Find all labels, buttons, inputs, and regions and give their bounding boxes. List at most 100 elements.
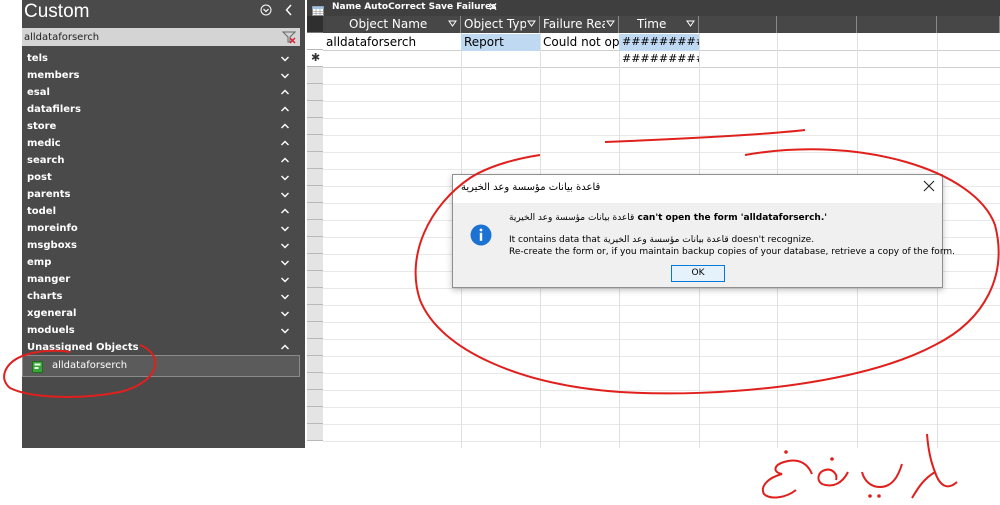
chevron-down-icon[interactable] <box>280 69 290 81</box>
filter-dropdown-icon[interactable] <box>606 19 615 28</box>
grid-row-line <box>323 84 1000 85</box>
nav-group[interactable]: store <box>22 119 305 136</box>
column-header-time[interactable]: Time <box>619 16 699 33</box>
empty-row-selector <box>307 424 323 441</box>
nav-group[interactable]: xgeneral <box>22 306 305 323</box>
chevron-down-icon[interactable] <box>280 273 290 285</box>
nav-group[interactable]: datafilers <box>22 102 305 119</box>
collapse-pane-icon[interactable] <box>285 4 293 19</box>
empty-row-selector <box>307 271 323 288</box>
nav-group[interactable]: members <box>22 68 305 85</box>
nav-group[interactable]: moduels <box>22 323 305 340</box>
table-icon <box>312 3 324 16</box>
empty-row-selector <box>307 67 323 84</box>
chevron-up-icon[interactable] <box>280 103 290 115</box>
dialog-message-line1: قاعدة بيانات مؤسسة وعد الخيرية can't ope… <box>509 213 827 223</box>
cell-time[interactable]: ########### <box>619 34 699 51</box>
nav-item-alldataforserch[interactable]: alldataforserch <box>22 355 300 377</box>
grid-header: Object Name Object Type Failure Rea Time <box>323 16 1000 33</box>
cell-time-new[interactable]: ########### <box>619 51 699 68</box>
chevron-down-icon[interactable] <box>280 324 290 336</box>
grid-row-line <box>323 373 1000 374</box>
chevron-up-icon[interactable] <box>280 341 290 353</box>
chevron-down-icon[interactable] <box>280 171 290 183</box>
nav-group-label: charts <box>27 291 63 302</box>
filter-dropdown-icon[interactable] <box>448 19 457 28</box>
nav-group[interactable]: esal <box>22 85 305 102</box>
grid-row-line <box>323 390 1000 391</box>
nav-group[interactable]: post <box>22 170 305 187</box>
column-header-object-name[interactable]: Object Name <box>323 16 461 33</box>
new-record-icon: ✱ <box>311 52 321 64</box>
filter-dropdown-icon[interactable] <box>527 19 536 28</box>
nav-group-label: xgeneral <box>27 308 77 319</box>
nav-group[interactable]: search <box>22 153 305 170</box>
nav-group[interactable]: emp <box>22 255 305 272</box>
nav-group-label: moduels <box>27 325 75 336</box>
nav-group-label: todel <box>27 206 57 217</box>
chevron-up-icon[interactable] <box>280 154 290 166</box>
nav-group[interactable]: todel <box>22 204 305 221</box>
nav-group[interactable]: tels <box>22 51 305 68</box>
empty-row-selector <box>307 390 323 407</box>
nav-menu-icon[interactable] <box>260 4 272 19</box>
grid-row-line <box>323 288 1000 289</box>
chevron-down-icon[interactable] <box>280 239 290 251</box>
empty-row-selector <box>307 305 323 322</box>
filter-dropdown-icon[interactable] <box>686 19 695 28</box>
nav-group[interactable]: medic <box>22 136 305 153</box>
empty-row-selector <box>307 288 323 305</box>
nav-group[interactable]: charts <box>22 289 305 306</box>
nav-group[interactable]: parents <box>22 187 305 204</box>
cell-failure-reason[interactable]: Could not ope <box>540 34 619 51</box>
column-header-object-type[interactable]: Object Type <box>461 16 540 33</box>
empty-row-selector <box>307 152 323 169</box>
empty-row-selector <box>307 101 323 118</box>
chevron-up-icon[interactable] <box>280 86 290 98</box>
close-tab-icon[interactable]: ✕ <box>488 0 498 14</box>
chevron-down-icon[interactable] <box>280 290 290 302</box>
chevron-down-icon[interactable] <box>280 222 290 234</box>
new-record-selector[interactable]: ✱ <box>307 50 323 67</box>
chevron-down-icon[interactable] <box>280 52 290 64</box>
record-selector[interactable] <box>307 33 323 50</box>
chevron-down-icon[interactable] <box>280 188 290 200</box>
chevron-down-icon[interactable] <box>280 307 290 319</box>
document-tab-bar: Name AutoCorrect Save Failures ✕ <box>307 0 1000 16</box>
chevron-up-icon[interactable] <box>280 120 290 132</box>
nav-group[interactable]: msgboxs <box>22 238 305 255</box>
cell-object-name[interactable]: alldataforserch <box>323 34 461 51</box>
grid-row-line <box>323 101 1000 102</box>
chevron-down-icon[interactable] <box>280 256 290 268</box>
chevron-up-icon[interactable] <box>280 205 290 217</box>
select-all-corner[interactable] <box>307 16 323 33</box>
empty-row-selector <box>307 84 323 101</box>
column-header-label: Time <box>637 17 667 31</box>
column-header-empty <box>777 16 857 33</box>
close-icon[interactable] <box>922 179 936 193</box>
chevron-up-icon[interactable] <box>280 137 290 149</box>
grid-row-line <box>323 152 1000 153</box>
column-header-empty <box>699 16 777 33</box>
column-header-label: Object Name <box>349 17 428 31</box>
nav-group-label: esal <box>27 87 50 98</box>
nav-group-label: search <box>27 155 65 166</box>
grid-row-line <box>323 407 1000 408</box>
info-icon <box>470 224 492 246</box>
nav-group-label: parents <box>27 189 71 200</box>
dialog-title: قاعدة بيانات مؤسسة وعد الخيرية <box>461 182 601 193</box>
cell-object-type[interactable]: Report <box>461 34 540 51</box>
dialog-message-line3: Re-create the form or, if you maintain b… <box>509 247 955 257</box>
error-dialog: قاعدة بيانات مؤسسة وعد الخيرية قاعدة بيا… <box>452 174 955 288</box>
nav-title[interactable]: Custom <box>24 1 89 23</box>
column-header-failure-reason[interactable]: Failure Rea <box>540 16 619 33</box>
column-header-label: Failure Rea <box>543 17 605 31</box>
empty-row-selector <box>307 254 323 271</box>
ok-button[interactable]: OK <box>671 265 725 282</box>
nav-group[interactable]: manger <box>22 272 305 289</box>
nav-group[interactable]: moreinfo <box>22 221 305 238</box>
empty-row-selector <box>307 135 323 152</box>
search-input[interactable] <box>22 28 277 46</box>
clear-search-icon[interactable] <box>281 30 297 44</box>
nav-group-label: moreinfo <box>27 223 78 234</box>
